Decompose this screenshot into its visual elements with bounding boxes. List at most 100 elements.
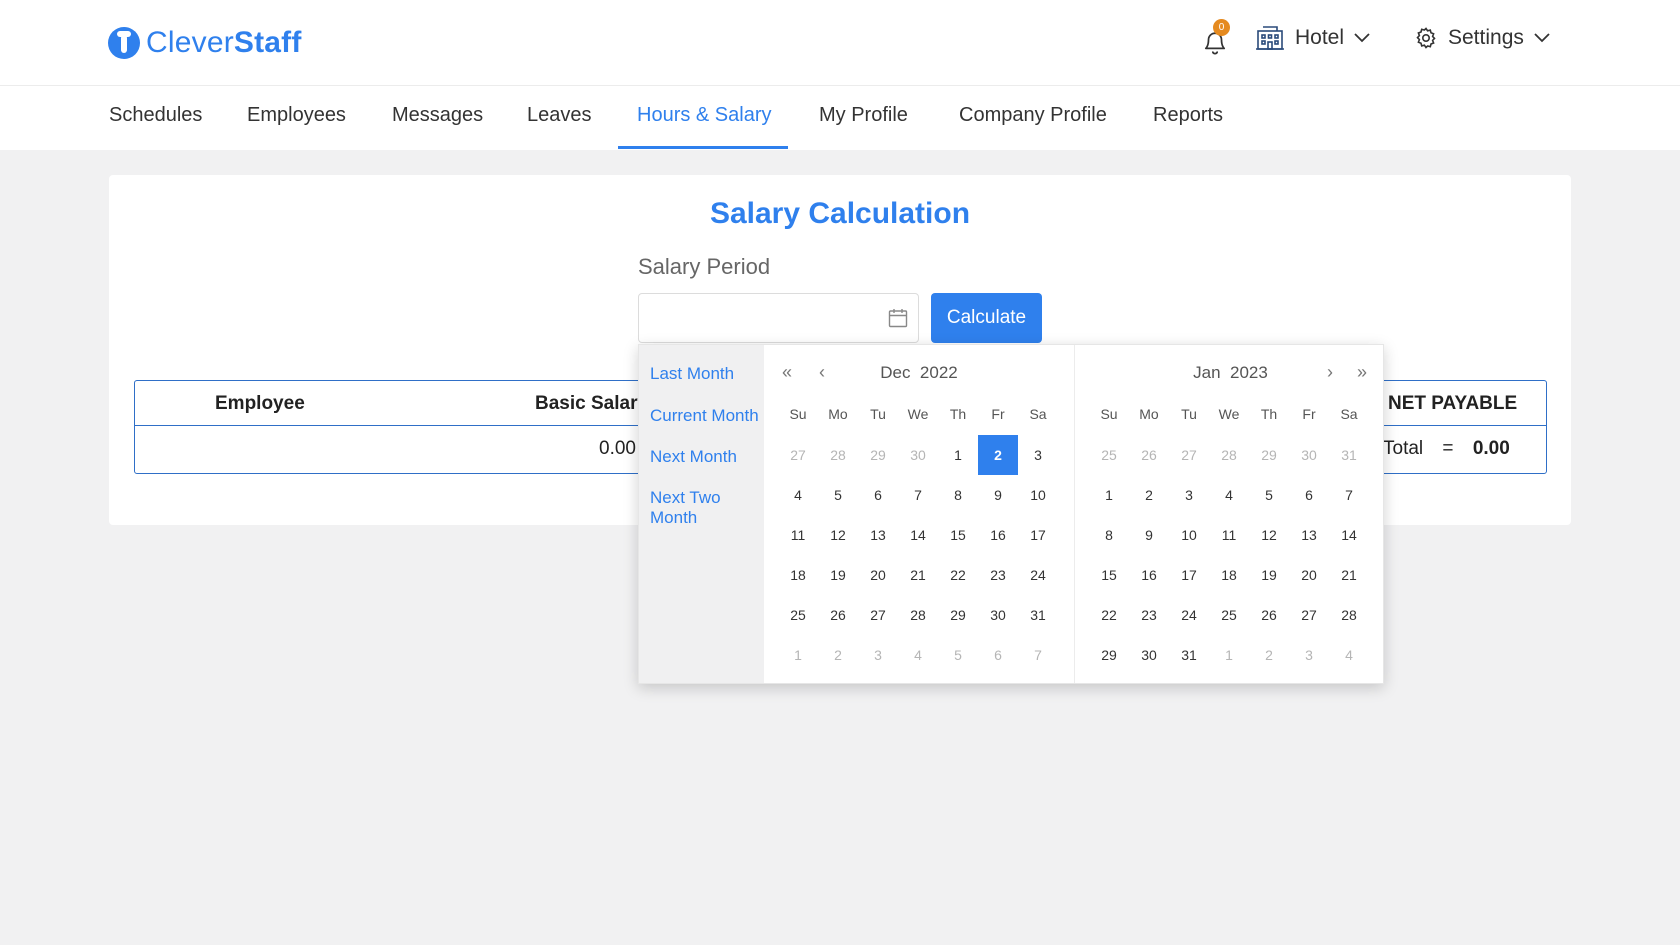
calendar-day[interactable]: 24 — [1169, 595, 1209, 635]
calendar-day[interactable]: 21 — [1329, 555, 1369, 595]
nav-hours-salary[interactable]: Hours & Salary — [637, 86, 772, 150]
calendar-day[interactable]: 26 — [1249, 595, 1289, 635]
calendar-day[interactable]: 27 — [778, 435, 818, 475]
calendar-day[interactable]: 4 — [1209, 475, 1249, 515]
brand-logo[interactable]: CleverStaff — [108, 26, 302, 60]
calendar-day[interactable]: 22 — [938, 555, 978, 595]
calendar-day[interactable]: 4 — [1329, 635, 1369, 675]
calendar-day[interactable]: 28 — [898, 595, 938, 635]
calendar-day[interactable]: 2 — [818, 635, 858, 675]
calendar-day[interactable]: 13 — [1289, 515, 1329, 555]
calendar-day[interactable]: 25 — [1209, 595, 1249, 635]
calendar-day[interactable]: 5 — [1249, 475, 1289, 515]
calendar-day[interactable]: 20 — [1289, 555, 1329, 595]
next-month-button[interactable]: › — [1327, 362, 1333, 383]
calendar-day[interactable]: 30 — [1129, 635, 1169, 675]
next-year-button[interactable]: » — [1357, 362, 1367, 383]
calendar-day[interactable]: 4 — [778, 475, 818, 515]
calendar-day[interactable]: 27 — [1289, 595, 1329, 635]
calendar-day[interactable]: 14 — [1329, 515, 1369, 555]
calendar-day[interactable]: 29 — [858, 435, 898, 475]
nav-my-profile[interactable]: My Profile — [819, 86, 908, 150]
calendar-day[interactable]: 15 — [938, 515, 978, 555]
calendar-day[interactable]: 18 — [778, 555, 818, 595]
calendar-day[interactable]: 1 — [1209, 635, 1249, 675]
calendar-day[interactable]: 27 — [1169, 435, 1209, 475]
calendar-day[interactable]: 28 — [1209, 435, 1249, 475]
calendar-day[interactable]: 31 — [1018, 595, 1058, 635]
calendar-day[interactable]: 2 — [1249, 635, 1289, 675]
calendar-day[interactable]: 15 — [1089, 555, 1129, 595]
calendar-day[interactable]: 1 — [1089, 475, 1129, 515]
calendar-day[interactable]: 17 — [1018, 515, 1058, 555]
calendar-right-title[interactable]: Jan 2023 — [1075, 363, 1386, 383]
nav-leaves[interactable]: Leaves — [527, 86, 592, 150]
calendar-day[interactable]: 5 — [938, 635, 978, 675]
nav-reports[interactable]: Reports — [1153, 86, 1223, 150]
nav-schedules[interactable]: Schedules — [109, 86, 202, 150]
calendar-day[interactable]: 27 — [858, 595, 898, 635]
calendar-day[interactable]: 28 — [1329, 595, 1369, 635]
calendar-day[interactable]: 5 — [818, 475, 858, 515]
calendar-day[interactable]: 8 — [938, 475, 978, 515]
calendar-day[interactable]: 11 — [1209, 515, 1249, 555]
calendar-left-title[interactable]: Dec 2022 — [764, 363, 1074, 383]
calendar-day-selected[interactable]: 2 — [978, 435, 1018, 475]
calendar-day[interactable]: 12 — [818, 515, 858, 555]
calendar-day[interactable]: 2 — [1129, 475, 1169, 515]
calendar-day[interactable]: 26 — [818, 595, 858, 635]
calendar-day[interactable]: 6 — [1289, 475, 1329, 515]
nav-employees[interactable]: Employees — [247, 86, 346, 150]
calendar-day[interactable]: 4 — [898, 635, 938, 675]
calendar-day[interactable]: 19 — [818, 555, 858, 595]
calendar-day[interactable]: 30 — [1289, 435, 1329, 475]
calendar-day[interactable]: 22 — [1089, 595, 1129, 635]
calendar-day[interactable]: 19 — [1249, 555, 1289, 595]
calendar-day[interactable]: 6 — [978, 635, 1018, 675]
calendar-day[interactable]: 1 — [938, 435, 978, 475]
calendar-day[interactable]: 26 — [1129, 435, 1169, 475]
calendar-day[interactable]: 21 — [898, 555, 938, 595]
range-current-month[interactable]: Current Month — [650, 406, 759, 426]
calendar-day[interactable]: 30 — [978, 595, 1018, 635]
calendar-day[interactable]: 7 — [1018, 635, 1058, 675]
calendar-day[interactable]: 28 — [818, 435, 858, 475]
calendar-day[interactable]: 29 — [1249, 435, 1289, 475]
nav-company-profile[interactable]: Company Profile — [959, 86, 1107, 150]
calendar-day[interactable]: 23 — [978, 555, 1018, 595]
settings-menu[interactable]: Settings — [1414, 26, 1560, 50]
calendar-day[interactable]: 25 — [1089, 435, 1129, 475]
calendar-day[interactable]: 16 — [978, 515, 1018, 555]
calendar-day[interactable]: 17 — [1169, 555, 1209, 595]
calendar-day[interactable]: 31 — [1329, 435, 1369, 475]
calendar-day[interactable]: 18 — [1209, 555, 1249, 595]
calendar-day[interactable]: 25 — [778, 595, 818, 635]
calendar-day[interactable]: 9 — [1129, 515, 1169, 555]
calendar-day[interactable]: 24 — [1018, 555, 1058, 595]
calendar-day[interactable]: 20 — [858, 555, 898, 595]
nav-messages[interactable]: Messages — [392, 86, 483, 150]
calendar-day[interactable]: 7 — [898, 475, 938, 515]
calendar-day[interactable]: 6 — [858, 475, 898, 515]
range-last-month[interactable]: Last Month — [650, 364, 734, 384]
calculate-button[interactable]: Calculate — [931, 293, 1042, 343]
calendar-day[interactable]: 29 — [938, 595, 978, 635]
calendar-day[interactable]: 12 — [1249, 515, 1289, 555]
calendar-day[interactable]: 29 — [1089, 635, 1129, 675]
calendar-icon[interactable] — [888, 308, 908, 328]
calendar-day[interactable]: 1 — [778, 635, 818, 675]
calendar-day[interactable]: 10 — [1169, 515, 1209, 555]
range-next-two-month[interactable]: Next Two Month — [650, 488, 764, 528]
calendar-day[interactable]: 3 — [1289, 635, 1329, 675]
calendar-day[interactable]: 31 — [1169, 635, 1209, 675]
calendar-day[interactable]: 13 — [858, 515, 898, 555]
salary-period-input[interactable] — [638, 293, 919, 343]
location-selector[interactable]: Hotel — [1255, 26, 1380, 50]
calendar-day[interactable]: 10 — [1018, 475, 1058, 515]
calendar-day[interactable]: 9 — [978, 475, 1018, 515]
range-next-month[interactable]: Next Month — [650, 447, 737, 467]
calendar-day[interactable]: 3 — [858, 635, 898, 675]
calendar-day[interactable]: 30 — [898, 435, 938, 475]
calendar-day[interactable]: 23 — [1129, 595, 1169, 635]
calendar-day[interactable]: 7 — [1329, 475, 1369, 515]
